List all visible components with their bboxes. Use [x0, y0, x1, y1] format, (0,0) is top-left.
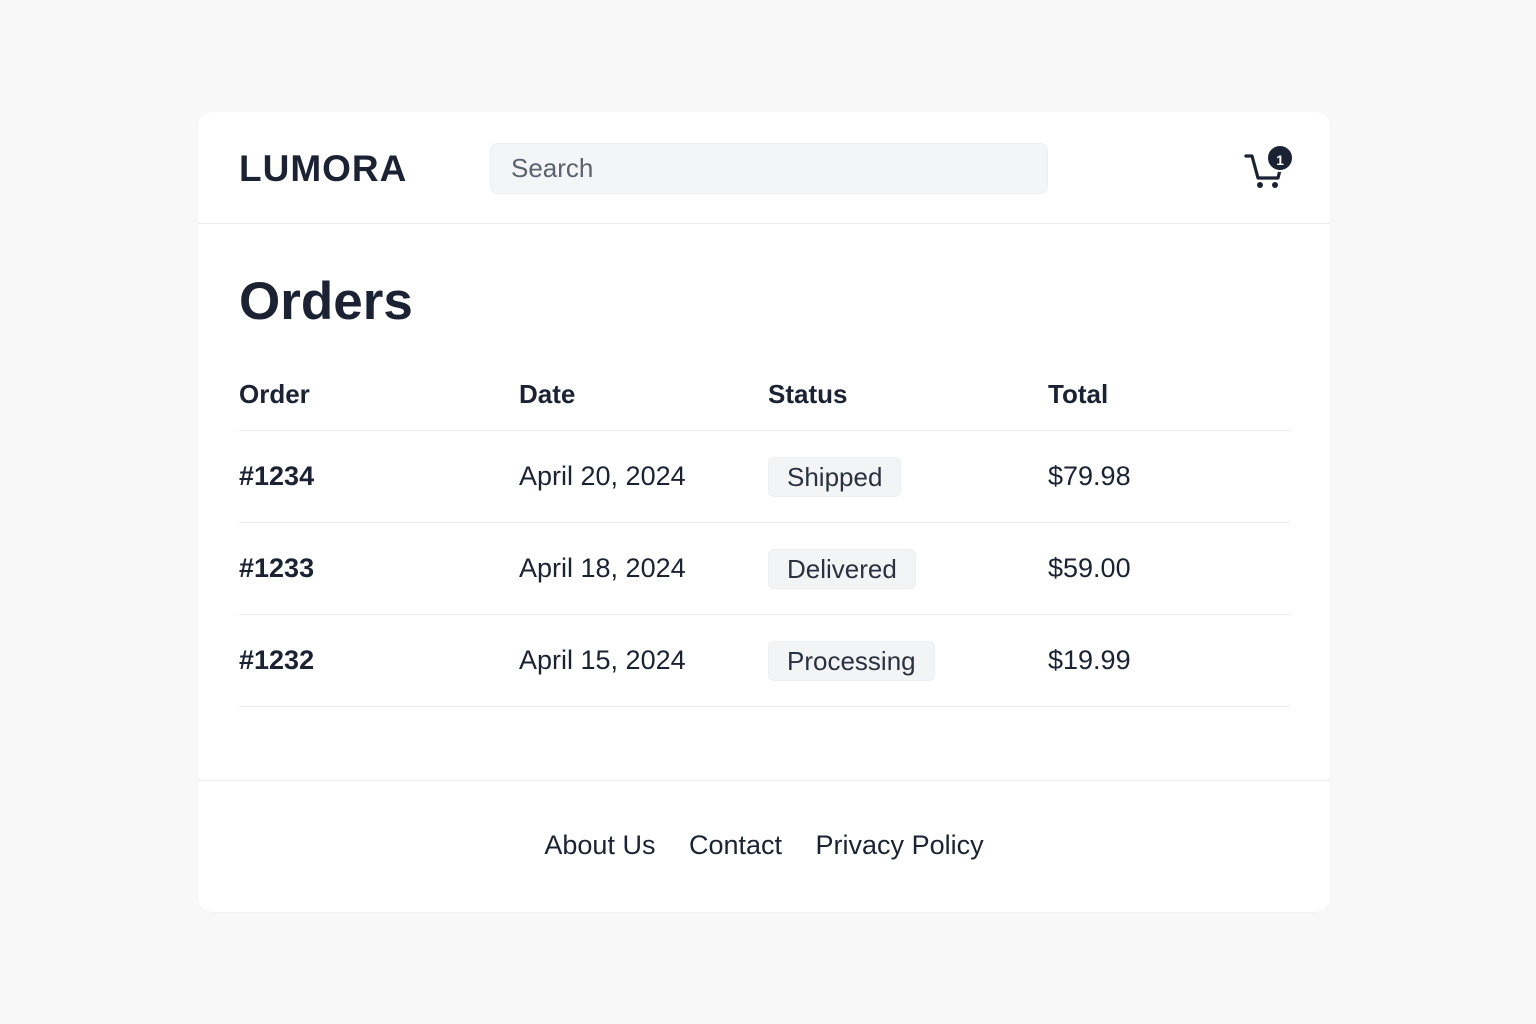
- table-header: Order Date Status Total: [239, 364, 1290, 431]
- order-id[interactable]: #1234: [239, 458, 314, 494]
- order-total: $79.98: [1048, 461, 1131, 491]
- page-title: Orders: [239, 272, 413, 331]
- footer-link-privacy-policy[interactable]: Privacy Policy: [816, 830, 984, 860]
- table-row[interactable]: #1233 April 18, 2024 Delivered $59.00: [239, 523, 1290, 615]
- site-footer: About Us Contact Privacy Policy: [198, 780, 1330, 912]
- status-badge: Shipped: [768, 457, 902, 497]
- column-header-status: Status: [768, 379, 848, 409]
- table-row[interactable]: #1234 April 20, 2024 Shipped $79.98: [239, 431, 1290, 523]
- order-total: $19.99: [1048, 645, 1131, 675]
- column-header-order: Order: [239, 379, 310, 409]
- footer-link-about-us[interactable]: About Us: [544, 830, 655, 860]
- footer-link-contact[interactable]: Contact: [689, 830, 782, 860]
- status-badge: Delivered: [768, 549, 916, 589]
- order-id[interactable]: #1232: [239, 642, 314, 678]
- column-header-date: Date: [519, 379, 576, 409]
- status-badge: Processing: [768, 641, 935, 681]
- orders-table: Order Date Status Total #1234 April 20, …: [239, 364, 1290, 707]
- order-total: $59.00: [1048, 553, 1131, 583]
- order-date: April 20, 2024: [519, 461, 686, 491]
- orders-card: LUMORA 1 Orders Order Date Status Total …: [198, 112, 1330, 912]
- footer-links: About Us Contact Privacy Policy: [198, 827, 1330, 863]
- order-date: April 18, 2024: [519, 553, 686, 583]
- site-header: LUMORA 1: [198, 112, 1330, 224]
- cart-button[interactable]: 1: [1244, 144, 1296, 194]
- cart-count-badge: 1: [1266, 144, 1294, 172]
- column-header-total: Total: [1048, 379, 1109, 409]
- logo[interactable]: LUMORA: [239, 147, 407, 191]
- order-id[interactable]: #1233: [239, 550, 314, 586]
- order-date: April 15, 2024: [519, 645, 686, 675]
- table-row[interactable]: #1232 April 15, 2024 Processing $19.99: [239, 615, 1290, 707]
- search-input[interactable]: [490, 143, 1048, 194]
